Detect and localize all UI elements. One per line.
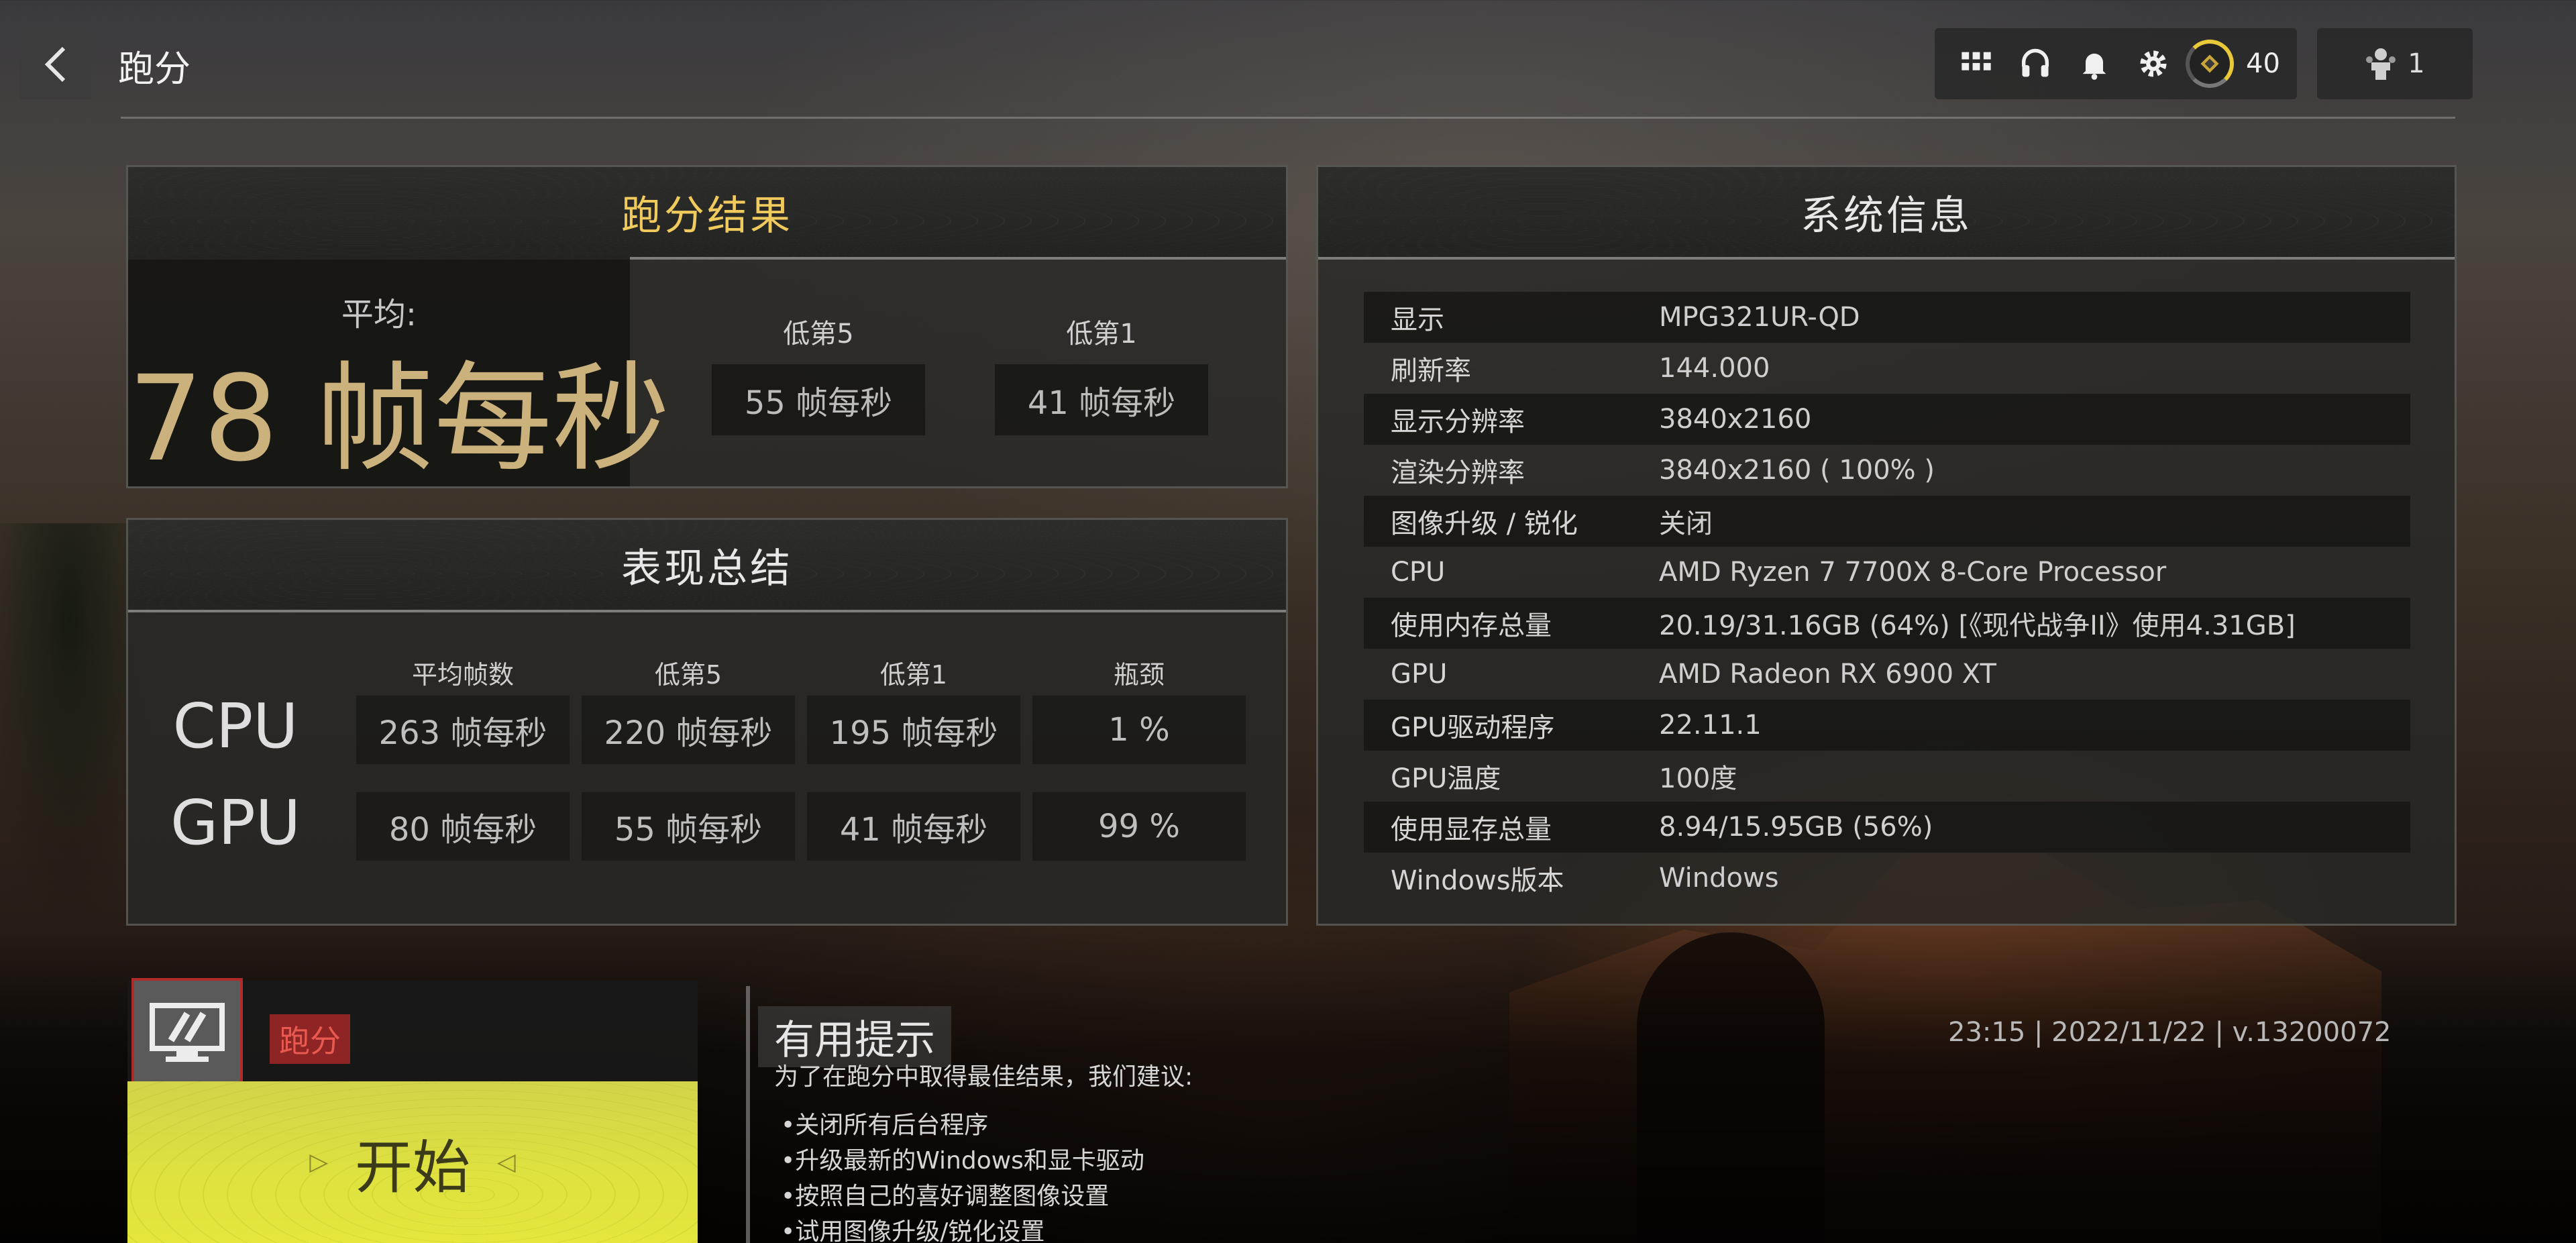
rank-level: 40 (2246, 48, 2280, 79)
tip-item: •按照自己的喜好调整图像设置 (781, 1183, 1110, 1210)
sysinfo-row-refresh-rate: 刷新率 144.000 (1364, 343, 2410, 394)
summary-header-low5: 低第5 (654, 660, 722, 690)
grid-icon (1962, 52, 1991, 70)
sysinfo-key: 使用内存总量 (1391, 610, 1552, 641)
tip-item: •关闭所有后台程序 (781, 1112, 989, 1139)
results-panel: 跑分结果 平均: 78 帧每秒 低第5 55 帧每秒 低第1 41 帧每秒 (126, 165, 1288, 488)
tips-intro: 为了在跑分中取得最佳结果，我们建议: (774, 1063, 1193, 1091)
squad-icon (2366, 48, 2396, 80)
arrow-left-icon: ◁ (497, 1148, 516, 1176)
summary-panel: 表现总结 平均帧数 低第5 低第1 瓶颈 CPU 263 帧每秒 220 帧每秒… (126, 518, 1288, 926)
average-fps-box: 平均: 78 帧每秒 (128, 257, 670, 488)
sysinfo-key: CPU (1391, 557, 1446, 588)
average-value: 78 帧每秒 (128, 350, 670, 488)
menu-grid-button[interactable] (1947, 34, 2006, 93)
sysinfo-value: 3840x2160 (1659, 404, 1812, 435)
squad-button[interactable]: 1 (2317, 28, 2473, 99)
sysinfo-row-gpu: GPU AMD Radeon RX 6900 XT (1364, 649, 2410, 700)
sysinfo-value: 8.94/15.95GB (56%) (1659, 812, 1933, 843)
headset-icon (2021, 48, 2049, 77)
bell-icon (2082, 53, 2106, 80)
sysinfo-value: MPG321UR-QD (1659, 302, 1860, 333)
top-divider (121, 117, 2455, 119)
start-button-label: 开始 (355, 1134, 470, 1201)
tip-item: •升级最新的Windows和显卡驱动 (781, 1147, 1144, 1175)
arrow-right-icon: ▷ (309, 1148, 328, 1176)
summary-cell: 99 % (1032, 792, 1246, 861)
summary-cell: 80 帧每秒 (356, 792, 570, 861)
squad-count: 1 (2408, 48, 2425, 79)
sysinfo-row-gpu-driver: GPU驱动程序 22.11.1 (1364, 700, 2410, 751)
sysinfo-key: 显示分辨率 (1391, 407, 1525, 437)
summary-cell: 195 帧每秒 (807, 696, 1020, 764)
low5-value: 55 帧每秒 (712, 364, 925, 435)
chevron-left-icon (44, 46, 66, 83)
system-info-title: 系统信息 (1318, 167, 2455, 260)
settings-button[interactable] (2124, 34, 2183, 93)
top-toolbar: 40 (1935, 28, 2297, 99)
tips-divider (746, 986, 750, 1243)
results-title: 跑分结果 (128, 167, 1286, 260)
sysinfo-key: GPU驱动程序 (1391, 712, 1555, 743)
headset-button[interactable] (2006, 34, 2065, 93)
summary-header-bottleneck: 瓶颈 (1113, 660, 1165, 690)
sysinfo-key: 刷新率 (1391, 356, 1471, 386)
sysinfo-key: GPU (1391, 659, 1448, 690)
sysinfo-value: 3840x2160 ( 100% ) (1659, 455, 1935, 486)
benchmark-mode-icon (131, 978, 243, 1089)
version-info: 23:15 | 2022/11/22 | v.13200072 (1948, 1017, 2392, 1048)
summary-cell: 1 % (1032, 696, 1246, 764)
summary-cell: 55 帧每秒 (582, 792, 795, 861)
sysinfo-value: 144.000 (1659, 353, 1770, 384)
sysinfo-row-memory: 使用内存总量 20.19/31.16GB (64%) [《现代战争II》使用4.… (1364, 598, 2410, 649)
notifications-button[interactable] (2065, 34, 2124, 93)
tip-item: •试用图像升级/锐化设置 (781, 1218, 1045, 1243)
sysinfo-value: AMD Ryzen 7 7700X 8-Core Processor (1659, 557, 2167, 588)
sysinfo-key: GPU温度 (1391, 763, 1501, 794)
sysinfo-value: 关闭 (1659, 508, 1713, 539)
sysinfo-row-display: 显示 MPG321UR-QD (1364, 292, 2410, 343)
mode-badge: 跑分 (270, 1014, 350, 1064)
summary-cell: 263 帧每秒 (356, 696, 570, 764)
rank-emblem-icon (2186, 40, 2234, 88)
sysinfo-key: 渲染分辨率 (1391, 457, 1525, 488)
sysinfo-row-gpu-temperature: GPU温度 100度 (1364, 751, 2410, 802)
sysinfo-value: 22.11.1 (1659, 710, 1762, 741)
low1-label: 低第1 (1066, 319, 1137, 349)
summary-cell: 220 帧每秒 (582, 696, 795, 764)
summary-header-avg: 平均帧数 (411, 660, 514, 690)
sysinfo-key: 显示 (1391, 305, 1444, 335)
low1-value: 41 帧每秒 (995, 364, 1208, 435)
sysinfo-value: 100度 (1659, 763, 1737, 794)
sysinfo-value: Windows (1659, 863, 1779, 894)
back-button[interactable] (20, 30, 91, 99)
sysinfo-key: Windows版本 (1391, 865, 1564, 896)
summary-cell: 41 帧每秒 (807, 792, 1020, 861)
summary-row-label-cpu: CPU (172, 690, 299, 762)
sysinfo-value: AMD Radeon RX 6900 XT (1659, 659, 1996, 690)
player-rank[interactable]: 40 (2186, 40, 2280, 88)
sysinfo-row-render-resolution: 渲染分辨率 3840x2160 ( 100% ) (1364, 445, 2410, 496)
low1-column: 低第1 41 帧每秒 (995, 257, 1208, 435)
sysinfo-row-upscaling: 图像升级 / 锐化 关闭 (1364, 496, 2410, 547)
sysinfo-row-cpu: CPU AMD Ryzen 7 7700X 8-Core Processor (1364, 547, 2410, 598)
start-card: 跑分 ▷ 开始 ◁ (127, 978, 698, 1243)
sysinfo-key: 图像升级 / 锐化 (1391, 508, 1578, 539)
sysinfo-row-vram: 使用显存总量 8.94/15.95GB (56%) (1364, 802, 2410, 853)
summary-header-low1: 低第1 (879, 660, 948, 690)
sysinfo-row-display-resolution: 显示分辨率 3840x2160 (1364, 394, 2410, 445)
summary-title: 表现总结 (128, 520, 1286, 612)
gear-icon (2140, 50, 2167, 77)
sysinfo-key: 使用显存总量 (1391, 814, 1552, 845)
sysinfo-value: 20.19/31.16GB (64%) [《现代战争II》使用4.31GB] (1659, 610, 2296, 641)
low5-label: 低第5 (783, 319, 854, 349)
page-title: 跑分 (118, 48, 191, 90)
low5-column: 低第5 55 帧每秒 (712, 257, 925, 435)
summary-row-label-gpu: GPU (170, 787, 301, 859)
start-button[interactable]: ▷ 开始 ◁ (127, 1081, 698, 1243)
system-info-panel: 系统信息 显示 MPG321UR-QD 刷新率 144.000 显示分辨率 38… (1316, 165, 2457, 926)
sysinfo-row-windows: Windows版本 Windows (1364, 853, 2410, 904)
